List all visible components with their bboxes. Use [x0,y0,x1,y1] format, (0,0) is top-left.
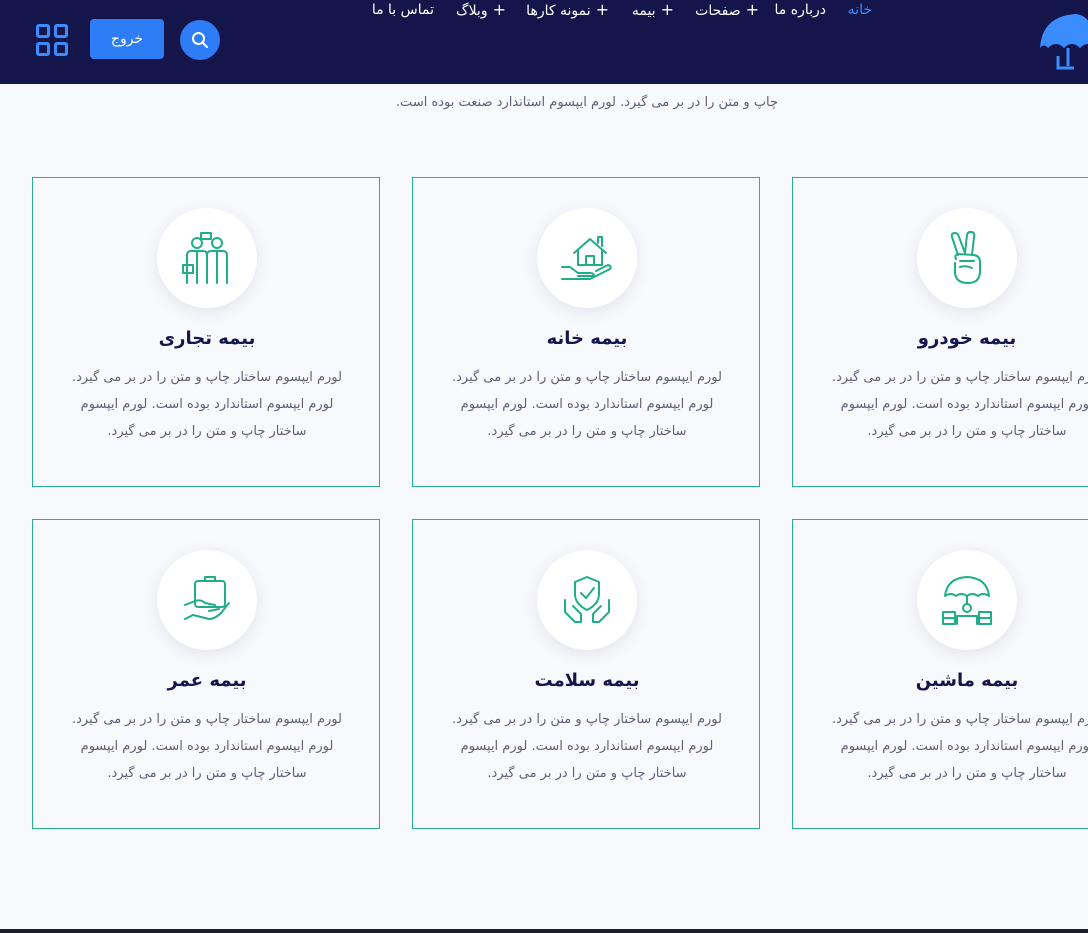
nav-pages[interactable]: صفحات + [695,0,759,21]
icon-circle [157,550,257,650]
card-text: لورم ایپسوم ساختار چاپ و متن را در بر می… [452,370,722,439]
card-title: بیمه ماشین [915,670,1019,691]
hand-with-wallet-icon [184,576,230,620]
search-button[interactable] [180,20,220,60]
shield-in-hands-icon [564,576,610,623]
nav-contact[interactable]: تماس با ما [372,0,434,20]
icon-circle [537,208,637,308]
nav-about[interactable]: درباره ما [775,0,826,20]
card-title: بیمه سلامت [534,670,640,691]
card-title: بیمه خانه [546,328,628,349]
plus-icon: + [745,0,759,19]
card-title: بیمه خودرو [917,328,1017,349]
service-card-life[interactable]: بیمه عمر لورم ایپسوم ساختار چاپ و متن را… [32,519,380,829]
nav-blog[interactable]: وبلاگ + [456,0,506,21]
service-card-home[interactable]: بیمه خانه لورم ایپسوم ساختار چاپ و متن ر… [412,177,760,487]
card-title: بیمه عمر [167,670,247,691]
plus-icon: + [660,0,674,19]
card-text: لورم ایپسوم ساختار چاپ و متن را در بر می… [832,712,1088,781]
footer-edge [0,929,1088,933]
umbrella-logo[interactable] [1036,8,1088,74]
card-text: لورم ایپسوم ساختار چاپ و متن را در بر می… [72,370,342,439]
card-title: بیمه تجاری [158,328,256,349]
search-icon [192,32,208,48]
service-card-machine[interactable]: بیمه ماشین لورم ایپسوم ساختار چاپ و متن … [792,519,1088,829]
business-people-icon [182,232,228,284]
service-card-health[interactable]: بیمه سلامت لورم ایپسوم ساختار چاپ و متن … [412,519,760,829]
grid-menu-icon[interactable] [36,24,68,56]
icon-circle [917,550,1017,650]
nav-portfolio[interactable]: نمونه کارها + [526,0,609,21]
nav-home[interactable]: خانه [848,0,872,20]
intro-text: چاپ و متن را در بر می گیرد. لورم ایپسوم … [395,95,779,110]
icon-circle [537,550,637,650]
victory-hand-icon [950,231,981,284]
card-text: لورم ایپسوم ساختار چاپ و متن را در بر می… [72,712,342,781]
house-in-hand-icon [561,236,612,280]
icon-circle [157,208,257,308]
icon-circle [917,208,1017,308]
plus-icon: + [595,0,609,19]
service-card-business[interactable]: بیمه تجاری لورم ایپسوم ساختار چاپ و متن … [32,177,380,487]
site-header: خانه درباره ما صفحات + بیمه + نمونه کارها +… [0,0,1088,84]
nav-insurance[interactable]: بیمه + [632,0,674,21]
card-text: لورم ایپسوم ساختار چاپ و متن را در بر می… [832,370,1088,439]
umbrella-over-machine-icon [942,576,992,625]
service-card-car[interactable]: بیمه خودرو لورم ایپسوم ساختار چاپ و متن … [792,177,1088,487]
logout-button[interactable]: خروج [90,19,164,59]
card-text: لورم ایپسوم ساختار چاپ و متن را در بر می… [452,712,722,781]
plus-icon: + [492,0,506,19]
